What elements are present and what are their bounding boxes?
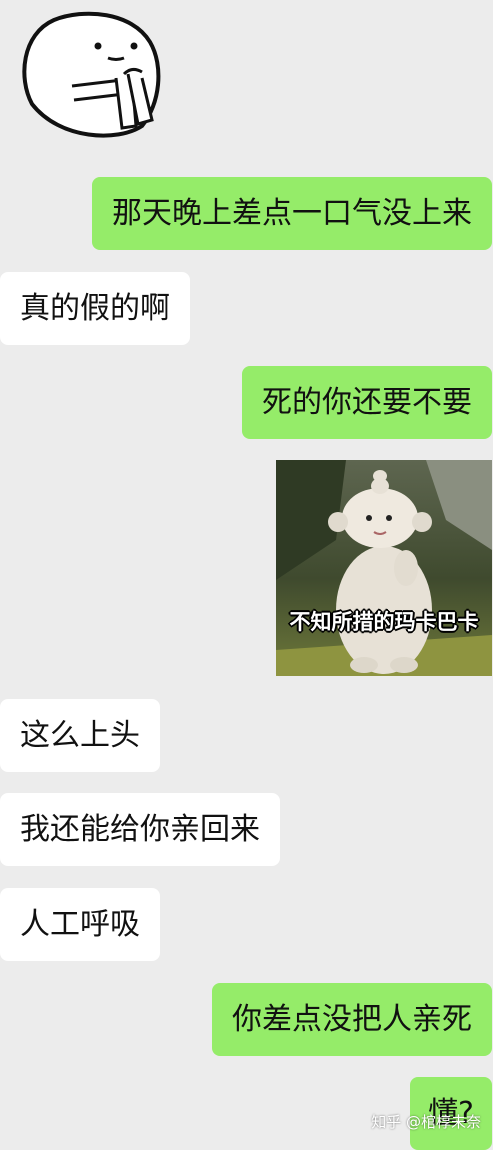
message-text: 人工呼吸 bbox=[20, 907, 140, 942]
zhihu-watermark: 知乎 @棺椁未奈 bbox=[371, 1113, 481, 1131]
panda-sticker[interactable] bbox=[14, 8, 164, 140]
image-message[interactable]: 不知所措的玛卡巴卡 bbox=[276, 460, 492, 676]
message-text: 真的假的啊 bbox=[20, 291, 170, 326]
message-outgoing[interactable]: 那天晚上差点一口气没上来 bbox=[92, 177, 492, 250]
message-incoming[interactable]: 真的假的啊 bbox=[0, 272, 190, 345]
message-text: 我还能给你亲回来 bbox=[20, 812, 260, 847]
message-outgoing[interactable]: 你差点没把人亲死 bbox=[212, 983, 492, 1056]
message-text: 那天晚上差点一口气没上来 bbox=[112, 196, 472, 231]
message-text: 这么上头 bbox=[20, 718, 140, 753]
message-outgoing[interactable]: 死的你还要不要 bbox=[242, 366, 492, 439]
panda-sticker-icon bbox=[22, 11, 161, 138]
makka-pakka-image bbox=[276, 460, 492, 676]
message-text: 你差点没把人亲死 bbox=[232, 1002, 472, 1037]
message-incoming[interactable]: 我还能给你亲回来 bbox=[0, 793, 280, 866]
message-incoming[interactable]: 人工呼吸 bbox=[0, 888, 160, 961]
image-caption: 不知所措的玛卡巴卡 bbox=[289, 610, 479, 634]
message-incoming[interactable]: 这么上头 bbox=[0, 699, 160, 772]
message-text: 死的你还要不要 bbox=[262, 385, 472, 420]
